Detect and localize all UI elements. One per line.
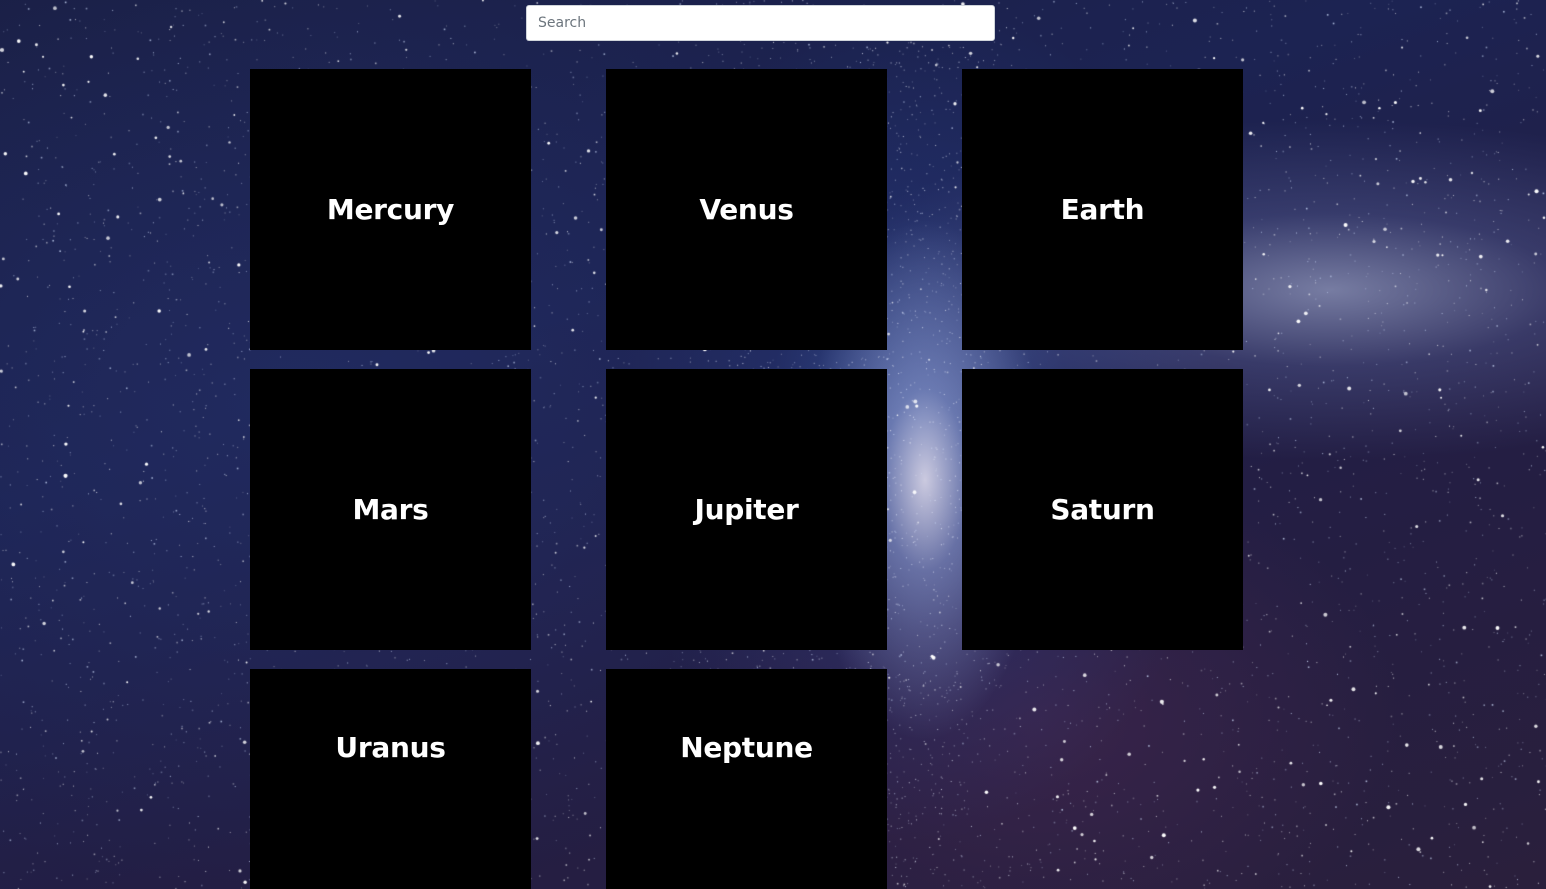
planet-name: Saturn — [1050, 493, 1155, 526]
search-bar — [526, 5, 995, 41]
planet-name: Mars — [352, 493, 429, 526]
planet-card-venus[interactable]: Venus — [606, 69, 887, 350]
planet-grid: Mercury Venus Earth Mars Jupiter Saturn … — [0, 0, 1546, 889]
planet-name: Earth — [1060, 193, 1145, 226]
planet-card-saturn[interactable]: Saturn — [962, 369, 1243, 650]
planet-name: Uranus — [335, 731, 446, 764]
planet-name: Jupiter — [694, 493, 799, 526]
planet-card-earth[interactable]: Earth — [962, 69, 1243, 350]
planet-card-mercury[interactable]: Mercury — [250, 69, 531, 350]
planet-card-jupiter[interactable]: Jupiter — [606, 369, 887, 650]
planet-name: Venus — [699, 193, 794, 226]
planet-name: Neptune — [680, 731, 813, 764]
planet-card-neptune[interactable]: Neptune — [606, 669, 887, 889]
planet-name: Mercury — [326, 193, 455, 226]
planet-card-mars[interactable]: Mars — [250, 369, 531, 650]
planet-card-uranus[interactable]: Uranus — [250, 669, 531, 889]
search-input[interactable] — [526, 5, 995, 41]
